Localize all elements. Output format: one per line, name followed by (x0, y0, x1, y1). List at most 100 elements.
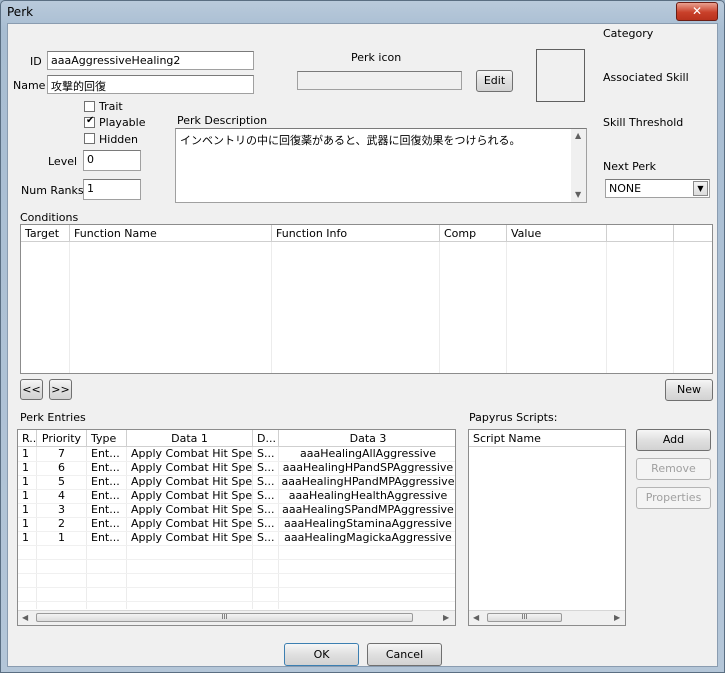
hidden-checkbox[interactable] (84, 133, 95, 144)
ok-button[interactable]: OK (284, 643, 359, 666)
table-cell: 7 (58, 447, 65, 460)
id-field[interactable]: aaaAggressiveHealing2 (47, 51, 254, 70)
grid-line (606, 242, 607, 373)
conditions-label: Conditions (20, 211, 79, 224)
conditions-col-function-name[interactable]: Function Name (70, 225, 272, 242)
table-cell: S... (257, 503, 275, 516)
table-cell: S... (257, 517, 275, 530)
cancel-button[interactable]: Cancel (367, 643, 442, 666)
table-cell: S... (257, 531, 275, 544)
entries-scroll-thumb[interactable]: III (36, 613, 413, 622)
table-cell: 1 (58, 531, 65, 544)
grid-line (271, 242, 272, 373)
scroll-right-icon[interactable]: ▶ (443, 613, 449, 622)
table-row[interactable]: 1 3 Ent... Apply Combat Hit Spell S... aaaHea… (18, 503, 455, 517)
table-row[interactable]: 1 4 Ent... Apply Combat Hit Spell S... aaaHea… (18, 489, 455, 503)
conditions-grid[interactable]: Target Function Name Function Info Comp … (20, 224, 713, 374)
table-cell: Ent... (91, 489, 120, 502)
remove-script-button[interactable]: Remove (636, 458, 711, 480)
conditions-col-extra-2[interactable] (674, 225, 712, 242)
condition-prev-button[interactable]: << (20, 379, 43, 400)
table-row[interactable]: 1 6 Ent... Apply Combat Hit Spell S... aaaHea… (18, 461, 455, 475)
close-icon: ✕ (691, 4, 703, 18)
playable-label: Playable (99, 116, 146, 129)
chevron-down-icon[interactable]: ▼ (693, 181, 708, 196)
table-cell: aaaHealingHPandMPAggressive (281, 475, 455, 488)
add-script-button[interactable]: Add (636, 429, 711, 451)
close-button[interactable]: ✕ (676, 2, 718, 21)
table-row[interactable]: 1 1 Ent... Apply Combat Hit Spell S... aaaHea… (18, 531, 455, 545)
name-field[interactable]: 攻撃的回復 (47, 75, 254, 94)
table-cell: Apply Combat Hit Spell (131, 489, 252, 502)
table-cell: Apply Combat Hit Spell (131, 503, 252, 516)
properties-button[interactable]: Properties (636, 487, 711, 509)
table-cell: 1 (22, 461, 29, 474)
trait-label: Trait (99, 100, 123, 113)
conditions-col-target[interactable]: Target (21, 225, 70, 242)
perk-entries-grid[interactable]: R.. Priority Type Data 1 D... Data 3 1 7 E… (17, 429, 456, 626)
table-cell: S... (257, 489, 275, 502)
entries-col-rank[interactable]: R.. (18, 430, 37, 447)
table-cell: 2 (58, 517, 65, 530)
hidden-label: Hidden (99, 133, 139, 146)
condition-next-button[interactable]: >> (49, 379, 72, 400)
table-cell: aaaHealingStaminaAggressive (284, 517, 452, 530)
scroll-left-icon[interactable]: ◀ (22, 613, 28, 622)
grid-line (18, 601, 455, 602)
next-perk-select[interactable]: NONE ▼ (605, 179, 710, 198)
trait-checkbox[interactable] (84, 101, 95, 112)
conditions-col-function-info[interactable]: Function Info (272, 225, 440, 242)
papyrus-scroll-thumb[interactable]: III (487, 613, 562, 622)
entries-hscrollbar[interactable]: ◀ III ▶ (18, 610, 455, 625)
grid-line (18, 573, 455, 574)
table-cell: Ent... (91, 447, 120, 460)
scroll-left-icon[interactable]: ◀ (473, 613, 479, 622)
table-row[interactable]: 1 5 Ent... Apply Combat Hit Spell S... aaaHea… (18, 475, 455, 489)
numranks-field[interactable]: 1 (83, 179, 141, 200)
conditions-col-value[interactable]: Value (507, 225, 607, 242)
entries-col-priority[interactable]: Priority (37, 430, 87, 447)
title-bar[interactable]: Perk ✕ (1, 1, 724, 23)
window-title: Perk (7, 5, 34, 19)
scroll-up-icon[interactable]: ▲ (575, 131, 581, 140)
table-cell: aaaHealingHealthAggressive (288, 489, 448, 502)
table-cell: 5 (58, 475, 65, 488)
table-cell: Ent... (91, 503, 120, 516)
table-cell: aaaHealingMagickaAggressive (284, 531, 452, 544)
entries-col-data3[interactable]: Data 3 (279, 430, 455, 447)
table-cell: S... (257, 461, 275, 474)
table-row[interactable]: 1 7 Ent... Apply Combat Hit Spell S... aaaHea… (18, 447, 455, 461)
edit-icon-button[interactable]: Edit (476, 70, 513, 92)
conditions-col-comp[interactable]: Comp (440, 225, 507, 242)
table-row[interactable]: 1 2 Ent... Apply Combat Hit Spell S... aaaHea… (18, 517, 455, 531)
table-cell: S... (257, 475, 275, 488)
playable-checkbox[interactable]: ✔ (84, 115, 95, 128)
papyrus-scripts-list[interactable]: Script Name ◀ III ▶ (468, 429, 626, 626)
table-cell: aaaHealingHPandSPAggressive (282, 461, 454, 474)
entries-col-data2[interactable]: D... (253, 430, 279, 447)
papyrus-label: Papyrus Scripts: (469, 411, 558, 424)
description-label: Perk Description (177, 114, 268, 127)
papyrus-hscrollbar[interactable]: ◀ III ▶ (469, 610, 625, 625)
scroll-right-icon[interactable]: ▶ (614, 613, 620, 622)
perk-window: Perk ✕ ID aaaAggressiveHealing2 Name 攻撃的… (0, 0, 725, 673)
new-condition-button[interactable]: New (665, 379, 713, 401)
conditions-col-extra-1[interactable] (607, 225, 674, 242)
table-cell: Apply Combat Hit Spell (131, 461, 252, 474)
name-label: Name (13, 79, 46, 92)
entries-col-type[interactable]: Type (87, 430, 127, 447)
table-cell: aaaHealingAllAggressive (299, 447, 437, 460)
next-perk-label: Next Perk (603, 160, 657, 173)
level-field[interactable]: 0 (83, 150, 141, 171)
category-label: Category (603, 27, 654, 40)
perk-icon-path-field[interactable] (297, 71, 462, 90)
entries-col-data1[interactable]: Data 1 (127, 430, 253, 447)
perk-icon-preview (536, 49, 585, 102)
table-cell: Ent... (91, 461, 120, 474)
papyrus-col-script-name[interactable]: Script Name (469, 430, 625, 447)
scroll-down-icon[interactable]: ▼ (575, 190, 581, 199)
grid-line (439, 242, 440, 373)
grid-line (18, 545, 455, 546)
description-scrollbar[interactable]: ▲ ▼ (571, 129, 586, 202)
description-field[interactable]: インベントリの中に回復薬があると、武器に回復効果をつけられる。 (175, 128, 587, 203)
